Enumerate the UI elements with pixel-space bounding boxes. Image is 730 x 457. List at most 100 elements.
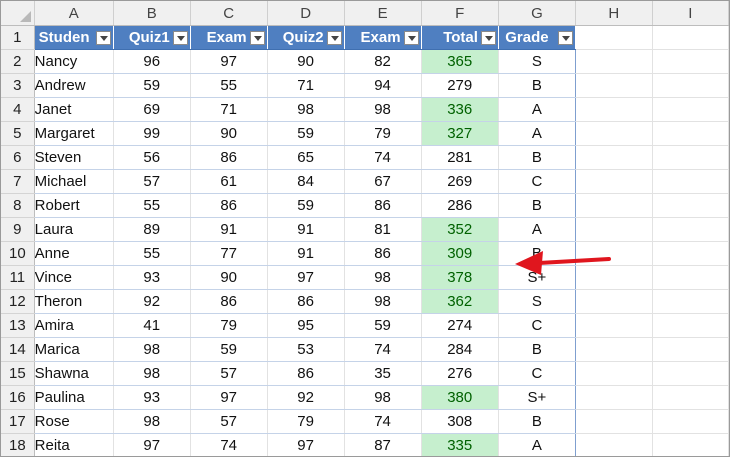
- column-header[interactable]: E: [344, 1, 422, 26]
- filter-dropdown-icon[interactable]: [326, 31, 342, 45]
- row-number[interactable]: 5: [1, 121, 35, 146]
- cell-exam2[interactable]: 74: [344, 409, 422, 434]
- cell-quiz2[interactable]: 91: [267, 241, 345, 266]
- cell-quiz2[interactable]: 79: [267, 409, 345, 434]
- cell-quiz2[interactable]: 71: [267, 73, 345, 98]
- cell-exam1[interactable]: 57: [190, 361, 268, 386]
- cell-name[interactable]: Shawna: [34, 361, 114, 386]
- cell-quiz1[interactable]: 93: [113, 265, 191, 290]
- filter-dropdown-icon[interactable]: [403, 31, 419, 45]
- cell-quiz1[interactable]: 59: [113, 73, 191, 98]
- row-number[interactable]: 14: [1, 337, 35, 362]
- cell-quiz1[interactable]: 92: [113, 289, 191, 314]
- row-number[interactable]: 7: [1, 169, 35, 194]
- empty-cell[interactable]: [652, 121, 729, 146]
- empty-cell[interactable]: [575, 97, 653, 122]
- cell-grade[interactable]: A: [498, 97, 576, 122]
- row-number[interactable]: 6: [1, 145, 35, 170]
- cell-total[interactable]: 378: [421, 265, 499, 290]
- cell-exam1[interactable]: 97: [190, 49, 268, 74]
- cell-total[interactable]: 284: [421, 337, 499, 362]
- column-header[interactable]: F: [421, 1, 499, 26]
- row-number[interactable]: 17: [1, 409, 35, 434]
- cell-exam2[interactable]: 79: [344, 121, 422, 146]
- table-header-cell[interactable]: Studen: [34, 25, 114, 50]
- cell-total[interactable]: 309: [421, 241, 499, 266]
- cell-exam2[interactable]: 59: [344, 313, 422, 338]
- empty-cell[interactable]: [652, 361, 729, 386]
- cell-grade[interactable]: A: [498, 433, 576, 456]
- table-header-cell[interactable]: Exam: [344, 25, 422, 50]
- cell-exam1[interactable]: 86: [190, 289, 268, 314]
- cell-exam2[interactable]: 98: [344, 265, 422, 290]
- cell-total[interactable]: 274: [421, 313, 499, 338]
- empty-cell[interactable]: [575, 121, 653, 146]
- cell-grade[interactable]: S: [498, 289, 576, 314]
- row-number[interactable]: 4: [1, 97, 35, 122]
- cell-quiz2[interactable]: 97: [267, 433, 345, 456]
- cell-name[interactable]: Theron: [34, 289, 114, 314]
- table-header-cell[interactable]: Exam: [190, 25, 268, 50]
- row-number[interactable]: 9: [1, 217, 35, 242]
- cell-exam2[interactable]: 86: [344, 241, 422, 266]
- cell-quiz2[interactable]: 92: [267, 385, 345, 410]
- empty-cell[interactable]: [652, 49, 729, 74]
- cell-quiz2[interactable]: 84: [267, 169, 345, 194]
- column-header[interactable]: H: [575, 1, 653, 26]
- row-number[interactable]: 10: [1, 241, 35, 266]
- table-header-cell[interactable]: Quiz1: [113, 25, 191, 50]
- empty-cell[interactable]: [652, 193, 729, 218]
- empty-cell[interactable]: [575, 73, 653, 98]
- filter-dropdown-icon[interactable]: [249, 31, 265, 45]
- cell-total[interactable]: 269: [421, 169, 499, 194]
- cell-total[interactable]: 365: [421, 49, 499, 74]
- cell-grade[interactable]: C: [498, 313, 576, 338]
- empty-cell[interactable]: [652, 409, 729, 434]
- cell-name[interactable]: Robert: [34, 193, 114, 218]
- cell-name[interactable]: Nancy: [34, 49, 114, 74]
- cell-exam1[interactable]: 90: [190, 121, 268, 146]
- cell-exam2[interactable]: 74: [344, 145, 422, 170]
- empty-cell[interactable]: [652, 97, 729, 122]
- cell-quiz2[interactable]: 53: [267, 337, 345, 362]
- cell-exam1[interactable]: 59: [190, 337, 268, 362]
- column-header[interactable]: A: [34, 1, 114, 26]
- cell-quiz1[interactable]: 99: [113, 121, 191, 146]
- cell-name[interactable]: Andrew: [34, 73, 114, 98]
- empty-cell[interactable]: [575, 433, 653, 456]
- empty-cell[interactable]: [652, 313, 729, 338]
- cell-quiz2[interactable]: 65: [267, 145, 345, 170]
- empty-cell[interactable]: [575, 241, 653, 266]
- cell-grade[interactable]: B: [498, 73, 576, 98]
- row-number[interactable]: 3: [1, 73, 35, 98]
- empty-cell[interactable]: [652, 73, 729, 98]
- cell-quiz2[interactable]: 59: [267, 121, 345, 146]
- cell-grade[interactable]: B: [498, 337, 576, 362]
- cell-exam1[interactable]: 86: [190, 193, 268, 218]
- column-header[interactable]: I: [652, 1, 729, 26]
- select-all-corner[interactable]: [1, 1, 35, 26]
- row-number[interactable]: 11: [1, 265, 35, 290]
- cell-exam2[interactable]: 74: [344, 337, 422, 362]
- cell-total[interactable]: 352: [421, 217, 499, 242]
- cell-total[interactable]: 362: [421, 289, 499, 314]
- cell-exam2[interactable]: 94: [344, 73, 422, 98]
- cell-quiz2[interactable]: 86: [267, 289, 345, 314]
- empty-cell[interactable]: [575, 145, 653, 170]
- empty-cell[interactable]: [652, 145, 729, 170]
- column-header[interactable]: B: [113, 1, 191, 26]
- row-number[interactable]: 13: [1, 313, 35, 338]
- empty-cell[interactable]: [652, 241, 729, 266]
- empty-cell[interactable]: [575, 385, 653, 410]
- cell-exam1[interactable]: 57: [190, 409, 268, 434]
- cell-grade[interactable]: B: [498, 241, 576, 266]
- empty-cell[interactable]: [652, 337, 729, 362]
- cell-name[interactable]: Paulina: [34, 385, 114, 410]
- cell-exam2[interactable]: 81: [344, 217, 422, 242]
- cell-grade[interactable]: B: [498, 193, 576, 218]
- cell-exam1[interactable]: 97: [190, 385, 268, 410]
- empty-cell[interactable]: [575, 409, 653, 434]
- cell-quiz1[interactable]: 98: [113, 361, 191, 386]
- cell-total[interactable]: 336: [421, 97, 499, 122]
- cell-total[interactable]: 380: [421, 385, 499, 410]
